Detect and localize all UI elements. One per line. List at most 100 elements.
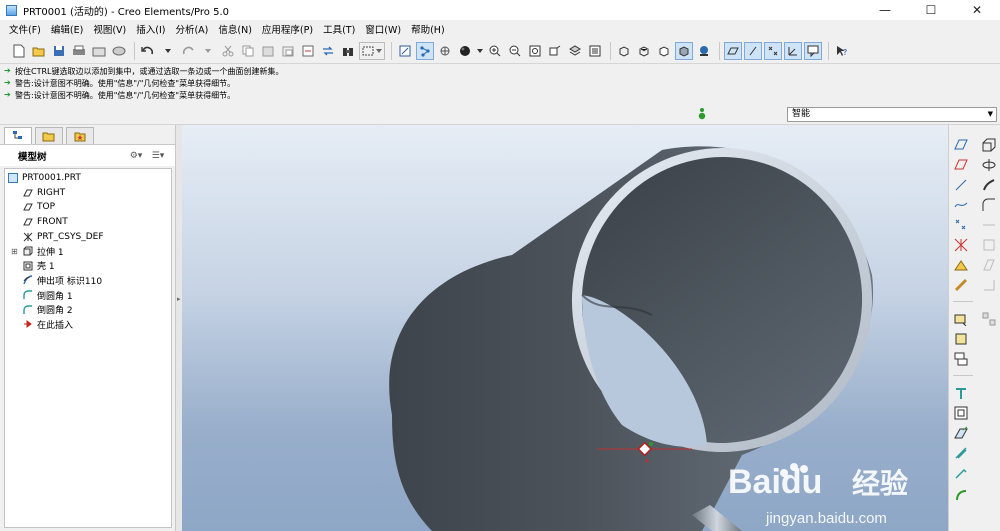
mirror-icon[interactable] [953, 311, 969, 327]
save-icon[interactable] [50, 42, 68, 60]
zoom-in-icon[interactable] [486, 42, 504, 60]
datum-axes-toggle-icon[interactable] [744, 41, 762, 60]
cut-icon[interactable] [219, 42, 237, 60]
tree-node-csys[interactable]: PRT_CSYS_DEF [5, 229, 171, 244]
rib-icon[interactable] [953, 257, 969, 273]
regenerate-icon[interactable] [299, 42, 317, 60]
sketch-icon[interactable] [953, 197, 969, 213]
menu-info[interactable]: 信息(N) [213, 22, 257, 36]
tree-node-round1[interactable]: 倒圆角 1 [5, 288, 171, 303]
menu-edit[interactable]: 编辑(E) [46, 22, 88, 36]
print-preview-icon[interactable] [110, 42, 128, 60]
spinal-bend-icon[interactable] [953, 465, 969, 481]
undo-icon[interactable] [139, 42, 157, 60]
menu-analysis[interactable]: 分析(A) [170, 22, 213, 36]
menu-view[interactable]: 视图(V) [88, 22, 131, 36]
tree-settings-icon[interactable]: ⚙▾ [125, 149, 147, 163]
datum-axis-icon[interactable] [953, 157, 969, 173]
zoom-out-icon[interactable] [506, 42, 524, 60]
merge-icon[interactable] [953, 331, 969, 347]
revolve-icon[interactable] [981, 157, 997, 173]
close-button[interactable]: ✕ [954, 0, 1000, 20]
redo-icon[interactable] [179, 42, 197, 60]
annotations-toggle-icon[interactable] [804, 41, 822, 60]
spin-center-icon[interactable] [416, 41, 434, 60]
tree-node-insert-here[interactable]: 在此插入 [5, 317, 171, 332]
menu-applications[interactable]: 应用程序(P) [257, 22, 318, 36]
select-box-icon[interactable] [359, 41, 385, 60]
model-viewport[interactable] [182, 125, 948, 531]
chamfer-icon[interactable] [981, 277, 997, 293]
tree-node-front[interactable]: FRONT [5, 215, 171, 230]
send-icon[interactable] [90, 42, 108, 60]
no-hidden-icon[interactable] [655, 42, 673, 60]
offset-icon[interactable] [953, 385, 969, 401]
menu-tools[interactable]: 工具(T) [318, 22, 360, 36]
layers-icon[interactable] [586, 42, 604, 60]
menu-window[interactable]: 窗口(W) [360, 22, 406, 36]
round-icon[interactable] [953, 277, 969, 293]
orient-icon[interactable] [436, 42, 454, 60]
warp-icon[interactable] [953, 445, 969, 461]
enhanced-realism-icon[interactable] [695, 42, 713, 60]
datum-planes-toggle-icon[interactable] [724, 41, 742, 60]
repaint-icon[interactable] [396, 42, 414, 60]
tree-show-icon[interactable]: ☰▾ [147, 149, 169, 163]
menu-insert[interactable]: 插入(I) [131, 22, 170, 36]
csys-icon[interactable] [953, 237, 969, 253]
graphics-window[interactable]: Baidu 经验 jingyan.baidu.com [182, 125, 948, 531]
favorites-tab[interactable] [66, 127, 94, 144]
tree-node-round2[interactable]: 倒圆角 2 [5, 302, 171, 317]
collapse-arrow-icon[interactable]: ▸ [177, 295, 181, 307]
undo-dropdown-icon[interactable] [159, 42, 177, 60]
tree-node-top[interactable]: TOP [5, 200, 171, 215]
reorient-icon[interactable] [546, 42, 564, 60]
model-tree-tab[interactable] [4, 127, 32, 144]
regen-manager-icon[interactable] [319, 42, 337, 60]
hidden-line-icon[interactable] [635, 42, 653, 60]
datum-curve-icon[interactable] [953, 177, 969, 193]
selection-filter-dropdown[interactable]: 智能 ▼ [787, 107, 997, 122]
wireframe-icon[interactable] [615, 42, 633, 60]
folder-browser-tab[interactable] [35, 127, 63, 144]
context-help-icon[interactable]: ? [833, 42, 851, 60]
hole-icon[interactable] [981, 217, 997, 233]
thicken-icon[interactable] [953, 405, 969, 421]
menu-file[interactable]: 文件(F) [4, 22, 46, 36]
paste-icon[interactable] [259, 42, 277, 60]
tree-node-part[interactable]: PRT0001.PRT [5, 171, 171, 186]
datum-points-toggle-icon[interactable] [764, 41, 782, 60]
redo-dropdown-icon[interactable] [199, 42, 217, 60]
refit-icon[interactable] [526, 42, 544, 60]
draft-icon[interactable] [981, 257, 997, 273]
toroidal-bend-icon[interactable] [953, 487, 969, 503]
print-icon[interactable] [70, 42, 88, 60]
expand-plus-icon[interactable]: ⊞ [11, 247, 18, 256]
paste-special-icon[interactable] [279, 42, 297, 60]
solidify-icon[interactable] [953, 425, 969, 441]
extrude-icon[interactable] [981, 137, 997, 153]
sweep-icon[interactable] [981, 177, 997, 193]
maximize-button[interactable]: ☐ [908, 0, 954, 20]
tree-node-extrude[interactable]: ⊞ 拉伸 1 [5, 244, 171, 259]
saved-views-icon[interactable] [566, 42, 584, 60]
display-dropdown-icon[interactable] [476, 42, 484, 60]
trim-icon[interactable] [953, 351, 969, 367]
pattern-icon[interactable] [981, 311, 997, 327]
datum-plane-icon[interactable] [953, 137, 969, 153]
tree-node-right[interactable]: RIGHT [5, 186, 171, 201]
minimize-button[interactable]: — [862, 0, 908, 20]
display-style-icon[interactable] [456, 42, 474, 60]
regeneration-status-icon[interactable] [698, 107, 706, 121]
datum-point-icon[interactable] [953, 217, 969, 233]
shell-icon[interactable] [981, 237, 997, 253]
shading-icon[interactable] [675, 41, 693, 60]
find-icon[interactable] [339, 42, 357, 60]
blend-icon[interactable] [981, 197, 997, 213]
tree-node-shell[interactable]: 壳 1 [5, 259, 171, 274]
new-icon[interactable] [10, 42, 28, 60]
csys-toggle-icon[interactable] [784, 41, 802, 60]
copy-icon[interactable] [239, 42, 257, 60]
menu-help[interactable]: 帮助(H) [406, 22, 450, 36]
tree-node-protrusion[interactable]: 伸出项 标识110 [5, 273, 171, 288]
